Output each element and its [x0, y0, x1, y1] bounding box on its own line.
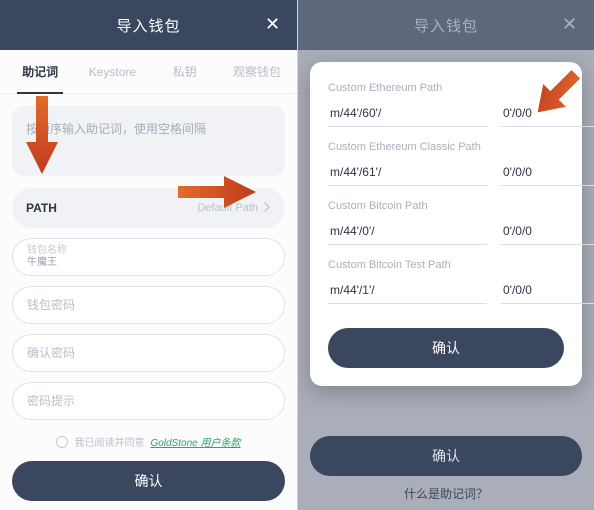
path-modal: Custom Ethereum Path Custom Ethereum Cla…	[310, 62, 582, 386]
mnemonic-input[interactable]: 按顺序输入助记词，使用空格间隔	[12, 106, 285, 176]
modal-confirm-button[interactable]: 确认	[328, 328, 564, 368]
bg-what-is-mnemonic-link: 什么是助记词？	[298, 485, 594, 502]
group-label-etc: Custom Ethereum Classic Path	[328, 141, 564, 153]
tab-private-key[interactable]: 私钥	[149, 50, 221, 93]
path-left-eth[interactable]	[328, 100, 487, 127]
terms-prefix: 我已阅读并同意	[74, 434, 144, 449]
password-hint-label: 密码提示	[27, 387, 270, 415]
bg-confirm-button: 确认	[310, 436, 582, 476]
terms-link[interactable]: GoldStone 用户条款	[150, 434, 240, 449]
checkbox-icon[interactable]	[56, 436, 68, 448]
wallet-name-field[interactable]: 钱包名称 牛魔王	[12, 238, 285, 276]
screen-left: 导入钱包 ✕ 助记词 Keystore 私钥 观察钱包 按顺序输入助记词，使用空…	[0, 0, 297, 510]
tabs: 助记词 Keystore 私钥 观察钱包	[0, 50, 297, 94]
screen-right: 导入钱包 ✕ 助记词 Keystore 私钥 观察钱包 确认 什么是助记词？ C…	[297, 0, 594, 510]
wallet-name-value: 牛魔王	[27, 257, 270, 269]
group-label-btc: Custom Bitcoin Path	[328, 200, 564, 212]
path-right-btc[interactable]	[501, 218, 594, 245]
path-left-btc[interactable]	[328, 218, 487, 245]
wallet-password-label: 钱包密码	[27, 291, 270, 319]
path-right-eth[interactable]	[501, 100, 594, 127]
path-value: Default Path	[197, 202, 258, 214]
confirm-password-field[interactable]: 确认密码	[12, 334, 285, 372]
path-pair-btc	[328, 218, 564, 245]
wallet-password-field[interactable]: 钱包密码	[12, 286, 285, 324]
group-label-btc-test: Custom Bitcoin Test Path	[328, 259, 564, 271]
body: 按顺序输入助记词，使用空格间隔 PATH Default Path 钱包名称 牛…	[0, 94, 297, 449]
path-pair-btc-test	[328, 277, 564, 304]
path-pair-eth	[328, 100, 564, 127]
header: 导入钱包 ✕	[0, 0, 297, 50]
tab-watch-wallet[interactable]: 观察钱包	[221, 50, 293, 93]
tab-mnemonic[interactable]: 助记词	[4, 50, 76, 93]
path-left-btc-test[interactable]	[328, 277, 487, 304]
wallet-name-label: 钱包名称	[27, 245, 270, 257]
password-hint-field[interactable]: 密码提示	[12, 382, 285, 420]
path-row[interactable]: PATH Default Path	[12, 188, 285, 228]
confirm-password-label: 确认密码	[27, 339, 270, 367]
group-label-eth: Custom Ethereum Path	[328, 82, 564, 94]
path-right-etc[interactable]	[501, 159, 594, 186]
path-label: PATH	[26, 201, 197, 215]
terms-row[interactable]: 我已阅读并同意 GoldStone 用户条款	[12, 434, 285, 449]
close-icon[interactable]: ✕	[263, 14, 283, 34]
tab-keystore[interactable]: Keystore	[76, 50, 148, 93]
path-right-btc-test[interactable]	[501, 277, 594, 304]
chevron-right-icon	[264, 202, 271, 215]
path-left-etc[interactable]	[328, 159, 487, 186]
header-title: 导入钱包	[116, 15, 180, 36]
path-pair-etc	[328, 159, 564, 186]
confirm-button[interactable]: 确认	[12, 461, 285, 501]
